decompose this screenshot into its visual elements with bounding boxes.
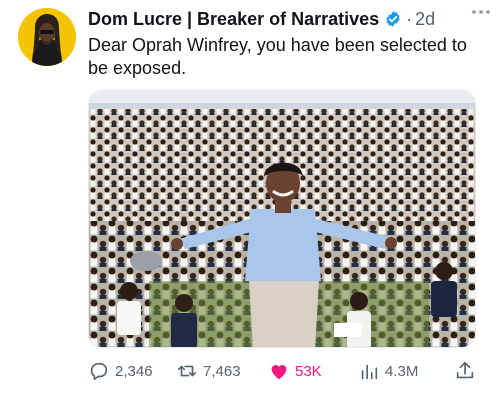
crowd-photo (89, 91, 475, 347)
avatar[interactable] (18, 8, 76, 66)
reply-button[interactable]: 2,346 (88, 358, 153, 384)
verified-badge-icon (386, 11, 400, 27)
view-count: 4.3M (385, 362, 419, 380)
reply-icon (90, 362, 108, 381)
like-button[interactable]: 53K (268, 358, 322, 384)
share-button[interactable] (454, 358, 476, 384)
more-options-icon[interactable] (470, 4, 492, 20)
heart-icon (271, 365, 287, 380)
timestamp[interactable]: 2d (415, 9, 435, 30)
views-chart-icon (361, 364, 378, 380)
tweet-text: Dear Oprah Winfrey, you have been select… (88, 35, 467, 78)
tweet-actions: 2,346 7,463 53K 4.3M (88, 358, 488, 384)
like-count: 53K (295, 362, 322, 380)
retweet-count: 7,463 (203, 362, 241, 380)
reply-count: 2,346 (115, 362, 153, 380)
tweet-header: Dom Lucre | Breaker of Narratives · 2d (88, 7, 490, 31)
retweet-button[interactable]: 7,463 (176, 358, 241, 384)
views-button[interactable]: 4.3M (358, 358, 418, 384)
retweet-icon (177, 365, 197, 377)
tweet-media-image[interactable] (88, 90, 476, 348)
author-name[interactable]: Dom Lucre | Breaker of Narratives (88, 9, 379, 30)
share-icon (456, 361, 474, 379)
avatar-image (18, 8, 76, 66)
separator-dot: · (406, 8, 413, 29)
